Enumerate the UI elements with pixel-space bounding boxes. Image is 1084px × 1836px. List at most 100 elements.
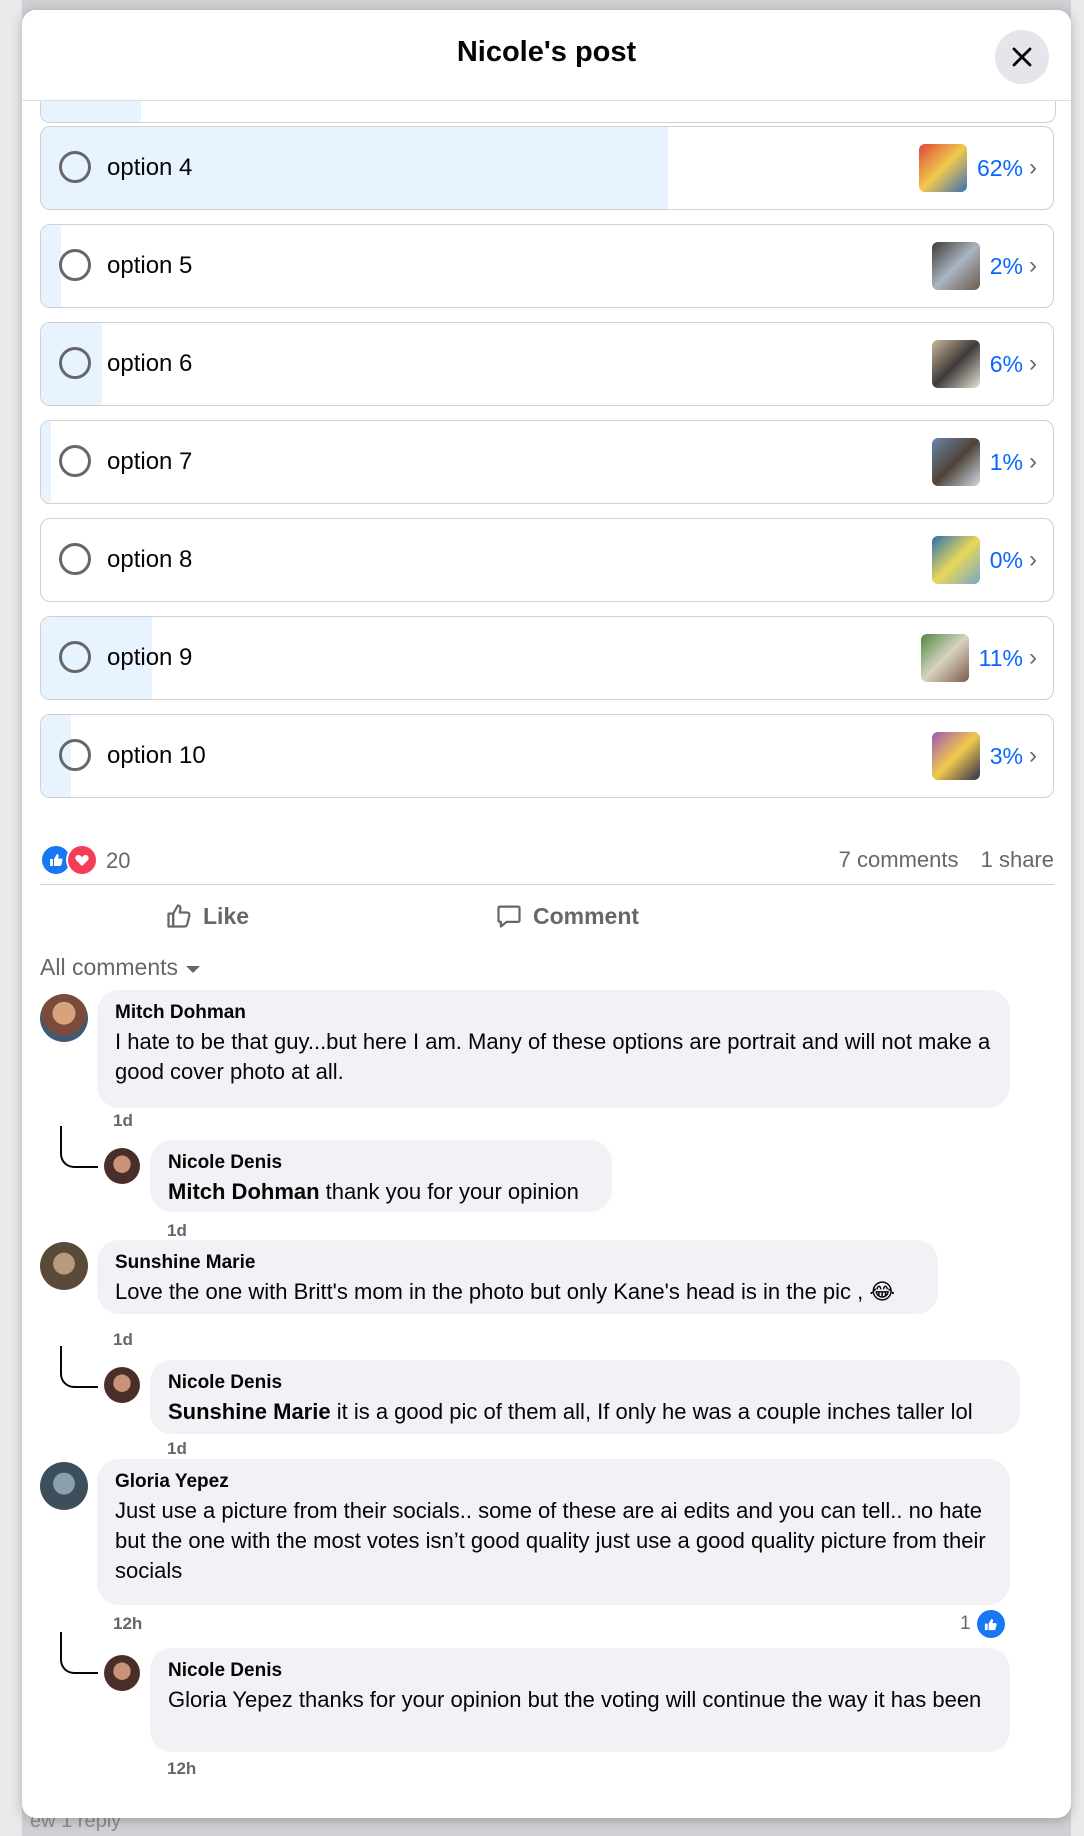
chevron-right-icon: › (1029, 350, 1037, 377)
chevron-right-icon: › (1029, 252, 1037, 279)
poll-option-votes[interactable]: 1% › (931, 438, 1037, 486)
poll-option-percent[interactable]: 0% (990, 547, 1023, 574)
comment-button[interactable]: Comment (495, 894, 639, 938)
reply-author[interactable]: Nicole Denis (168, 1152, 594, 1174)
poll-option-label: option 8 (107, 546, 193, 573)
sort-label: All comments (40, 954, 179, 980)
poll-option[interactable]: option 6 6% › (40, 322, 1054, 406)
poll-option-photo[interactable] (931, 438, 980, 486)
poll-option-radio[interactable] (59, 641, 91, 673)
comment-like-count: 1 (960, 1613, 971, 1634)
commenter-avatar[interactable] (40, 1242, 88, 1290)
comment-author[interactable]: Sunshine Marie (115, 1252, 920, 1274)
poll-option-label: option 6 (107, 350, 193, 377)
comment-label: Comment (533, 902, 640, 929)
modal-title: Nicole's post (456, 36, 637, 68)
caret-down-icon (186, 966, 201, 973)
reply-time[interactable]: 1d (167, 1439, 187, 1459)
poll-option-percent[interactable]: 1% (990, 449, 1023, 476)
poll-option-radio[interactable] (59, 347, 91, 379)
close-icon (1012, 47, 1032, 67)
reply-bubble: Nicole Denis Mitch Dohman thank you for … (150, 1140, 612, 1212)
close-button[interactable] (995, 30, 1049, 84)
comment-author[interactable]: Mitch Dohman (115, 1002, 992, 1024)
comment-like-badge[interactable]: 1 (960, 1608, 1007, 1640)
poll-option-photo[interactable] (931, 536, 980, 584)
like-button[interactable]: Like (165, 894, 249, 938)
reactions-bar: 20 7 comments 1 share (40, 842, 1054, 882)
reply-thread-line (60, 1632, 98, 1674)
shares-count[interactable]: 1 share (981, 847, 1054, 872)
comment-bubble: Mitch Dohman I hate to be that guy...but… (97, 990, 1010, 1108)
comment-time[interactable]: 12h (113, 1614, 142, 1634)
comments-sort-dropdown[interactable]: All comments (40, 954, 201, 981)
reply-thread-line (60, 1126, 98, 1168)
poll-option[interactable]: option 8 0% › (40, 518, 1054, 602)
reply-author[interactable]: Nicole Denis (168, 1660, 992, 1682)
poll-option-radio[interactable] (59, 151, 91, 183)
poll-option[interactable]: option 5 2% › (40, 224, 1054, 308)
reply-text: Gloria Yepez thanks for your opinion but… (168, 1687, 982, 1712)
poll-option-label: option 9 (107, 644, 193, 671)
comment-author[interactable]: Gloria Yepez (115, 1471, 992, 1493)
poll-option-photo[interactable] (931, 340, 980, 388)
reply-avatar[interactable] (104, 1148, 140, 1184)
poll-option-votes[interactable]: 6% › (931, 340, 1037, 388)
reply-mention[interactable]: Sunshine Marie (168, 1399, 331, 1424)
reply-author[interactable]: Nicole Denis (168, 1372, 1002, 1394)
poll-option-votes[interactable]: 62% › (918, 144, 1037, 192)
poll-option[interactable]: option 7 1% › (40, 420, 1054, 504)
comment-bubble: Sunshine Marie Love the one with Britt's… (97, 1240, 938, 1314)
poll-option-percent[interactable]: 62% (977, 155, 1023, 182)
comment-icon (497, 905, 521, 928)
chevron-right-icon: › (1029, 644, 1037, 671)
post-modal: Nicole's post option 4 62% › option 5 2% › opt… (22, 10, 1071, 1818)
poll-option-radio[interactable] (59, 543, 91, 575)
backdrop-left-strip (0, 0, 22, 1836)
chevron-right-icon: › (1029, 546, 1037, 573)
commenter-avatar[interactable] (40, 994, 88, 1042)
poll-option-result-bar (41, 421, 51, 503)
divider (40, 884, 1054, 885)
reply-time[interactable]: 1d (167, 1221, 187, 1241)
poll-option-percent[interactable]: 2% (990, 253, 1023, 280)
comment-time[interactable]: 1d (113, 1111, 133, 1131)
poll-option-percent[interactable]: 6% (990, 351, 1023, 378)
poll-option-photo[interactable] (931, 732, 980, 780)
thumbs-up-icon (167, 904, 191, 928)
comment-time[interactable]: 1d (113, 1330, 133, 1350)
reaction-count[interactable]: 20 (106, 848, 130, 874)
poll-option-radio[interactable] (59, 249, 91, 281)
reaction-icons[interactable] (40, 844, 98, 876)
poll-option-label: option 5 (107, 252, 193, 279)
chevron-right-icon: › (1029, 448, 1037, 475)
poll-option[interactable]: option 9 11% › (40, 616, 1054, 700)
poll-option-votes[interactable]: 11% › (920, 634, 1037, 682)
commenter-avatar[interactable] (40, 1462, 88, 1510)
poll-option-radio[interactable] (59, 445, 91, 477)
poll-option-votes[interactable]: 0% › (931, 536, 1037, 584)
poll-option-votes[interactable]: 2% › (931, 242, 1037, 290)
reply-mention[interactable]: Mitch Dohman (168, 1179, 320, 1204)
reply-thread-line (60, 1346, 98, 1388)
modal-header: Nicole's post (22, 10, 1071, 101)
poll-option-votes[interactable]: 3% › (931, 732, 1037, 780)
poll-option-photo[interactable] (931, 242, 980, 290)
poll-option[interactable]: option 4 62% › (40, 126, 1054, 210)
comment-text: Love the one with Britt's mom in the pho… (115, 1279, 864, 1304)
poll-option-radio[interactable] (59, 739, 91, 771)
post-actions: Like Comment (40, 888, 1054, 944)
poll-option-percent[interactable]: 11% (979, 645, 1023, 672)
reply-bubble: Nicole Denis Gloria Yepez thanks for you… (150, 1648, 1010, 1752)
reply-time[interactable]: 12h (167, 1759, 196, 1779)
comment-text: Just use a picture from their socials.. … (115, 1498, 986, 1583)
laughing-emoji: 😂 (869, 1280, 896, 1305)
poll-option-photo[interactable] (920, 634, 969, 682)
poll-option[interactable]: option 10 3% › (40, 714, 1054, 798)
reply-avatar[interactable] (104, 1367, 140, 1403)
poll-option-percent[interactable]: 3% (990, 743, 1023, 770)
poll-option-photo[interactable] (918, 144, 967, 192)
reply-bubble: Nicole Denis Sunshine Marie it is a good… (150, 1360, 1020, 1434)
comments-count[interactable]: 7 comments (839, 847, 959, 872)
reply-avatar[interactable] (104, 1655, 140, 1691)
